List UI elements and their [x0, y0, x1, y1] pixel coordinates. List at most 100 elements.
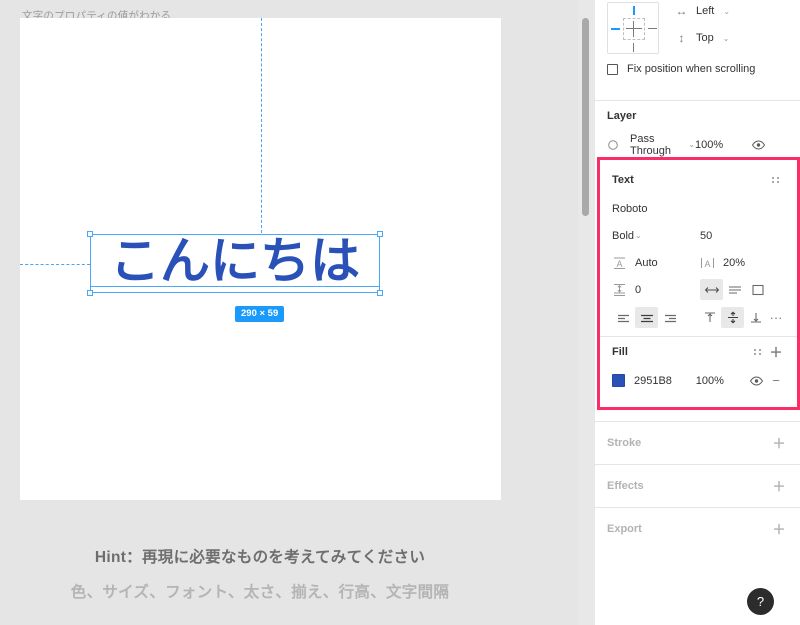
resize-handle-bottom-right[interactable] — [377, 290, 383, 296]
horizontal-constraint-value: Left — [696, 5, 715, 17]
style-grid-icon — [771, 175, 781, 185]
align-top-button[interactable] — [698, 307, 721, 328]
resize-handle-top-left[interactable] — [87, 231, 93, 237]
text-section[interactable]: Text Roboto Bold ⌄ 50 A Auto A 20% 0 ··· — [600, 160, 797, 336]
dimension-badge: 290 × 59 — [235, 306, 285, 322]
svg-text:A: A — [616, 259, 622, 269]
fill-opacity-value: 100% — [695, 374, 724, 387]
chevron-down-icon: ⌄ — [688, 140, 695, 149]
remove-fill-button[interactable]: − — [767, 374, 785, 387]
vertical-arrows-icon: ↕ — [678, 31, 685, 45]
constraint-pin-top[interactable] — [633, 6, 635, 15]
align-bottom-button[interactable] — [744, 307, 767, 328]
add-effect-button[interactable]: ＋ — [770, 480, 788, 493]
fix-position-checkbox[interactable] — [607, 63, 618, 75]
horizontal-arrows-icon: ↔ — [675, 4, 688, 18]
font-size-value: 50 — [700, 229, 713, 242]
align-middle-button[interactable] — [721, 307, 744, 328]
vertical-constraint-value: Top — [696, 32, 714, 44]
add-stroke-button[interactable]: ＋ — [770, 437, 788, 450]
resize-handle-top-right[interactable] — [377, 231, 383, 237]
line-height-letter-spacing-row[interactable]: A Auto A 20% — [612, 249, 785, 276]
constraint-pin-bottom[interactable] — [633, 43, 634, 52]
letter-spacing-icon: A — [700, 256, 716, 270]
highlighted-properties-group: Text Roboto Bold ⌄ 50 A Auto A 20% 0 ···… — [597, 157, 800, 410]
fill-visibility-toggle[interactable] — [749, 374, 767, 388]
line-height-value: Auto — [635, 256, 658, 269]
minus-icon: − — [772, 373, 780, 388]
line-height-input[interactable]: A Auto — [612, 256, 700, 270]
paragraph-spacing-icon — [612, 283, 628, 297]
paragraph-spacing-resize-row[interactable]: 0 — [612, 276, 785, 303]
export-section-title: Export — [607, 523, 642, 535]
constraint-pin-right[interactable] — [648, 28, 657, 29]
align-left-button[interactable] — [612, 307, 635, 328]
fix-position-row[interactable]: Fix position when scrolling — [607, 63, 755, 75]
eye-icon — [749, 374, 767, 388]
layer-visibility-toggle[interactable] — [751, 138, 769, 152]
properties-panel[interactable]: ↔ Left ⌄ ↕ Top ⌄ Fix position when scrol… — [595, 0, 800, 625]
align-right-button[interactable] — [658, 307, 681, 328]
text-more-options-button[interactable]: ··· — [767, 311, 785, 324]
text-section-header: Text — [612, 165, 785, 195]
letter-spacing-input[interactable]: A 20% — [700, 256, 745, 270]
vertical-constraint-dropdown[interactable]: ↕ Top ⌄ — [675, 27, 730, 49]
add-export-button[interactable]: ＋ — [770, 523, 788, 536]
ellipsis-icon: ··· — [769, 310, 783, 325]
fill-color-input[interactable]: 2951B8 — [612, 374, 696, 387]
text-baseline-indicator — [90, 286, 380, 287]
fill-styles-button[interactable] — [749, 346, 767, 359]
layer-opacity-input[interactable]: 100% — [695, 139, 751, 151]
align-center-button[interactable] — [635, 307, 658, 328]
text-styles-button[interactable] — [767, 174, 785, 187]
add-fill-button[interactable]: ＋ — [767, 346, 785, 359]
vertical-align-group[interactable] — [698, 307, 767, 328]
constraints-crosshair-horizontal — [626, 28, 642, 29]
effects-section[interactable]: Effects ＋ — [595, 465, 800, 507]
stroke-section[interactable]: Stroke ＋ — [595, 422, 800, 464]
fill-row[interactable]: 2951B8 100% − — [612, 367, 785, 394]
help-button[interactable]: ? — [747, 588, 774, 615]
fill-opacity-input[interactable]: 100% — [696, 375, 749, 387]
layer-opacity-value: 100% — [695, 138, 724, 151]
fill-hex-value: 2951B8 — [634, 374, 672, 387]
blend-mode-dropdown[interactable]: Pass Through ⌄ — [607, 133, 695, 157]
font-size-input[interactable]: 50 — [700, 230, 712, 242]
constraint-pin-left[interactable] — [611, 28, 620, 30]
stroke-section-header[interactable]: Stroke ＋ — [607, 422, 788, 464]
export-section-header[interactable]: Export ＋ — [607, 508, 788, 550]
resize-toggle-group[interactable] — [700, 279, 769, 300]
export-section[interactable]: Export ＋ — [595, 508, 800, 550]
font-weight-dropdown[interactable]: Bold ⌄ — [612, 230, 700, 242]
horizontal-constraint-dropdown[interactable]: ↔ Left ⌄ — [675, 0, 731, 22]
paragraph-spacing-input[interactable]: 0 — [612, 283, 700, 297]
eye-icon — [751, 138, 769, 152]
letter-spacing-value: 20% — [723, 256, 746, 269]
constraints-widget[interactable] — [607, 2, 659, 54]
font-family-row[interactable]: Roboto — [612, 195, 785, 222]
alignment-row[interactable]: ··· — [612, 303, 785, 332]
layer-blend-row[interactable]: Pass Through ⌄ 100% — [607, 131, 788, 158]
constraints-section[interactable]: ↔ Left ⌄ ↕ Top ⌄ Fix position when scrol… — [595, 0, 800, 100]
panel-scrollbar-thumb[interactable] — [582, 18, 589, 216]
auto-width-button[interactable] — [700, 279, 723, 300]
effects-section-header[interactable]: Effects ＋ — [607, 465, 788, 507]
stroke-section-title: Stroke — [607, 437, 642, 449]
fixed-size-button[interactable] — [746, 279, 769, 300]
hint-line-secondary: 色、サイズ、フォント、太さ、揃え、行高、文字間隔 — [70, 584, 450, 601]
font-weight-size-row[interactable]: Bold ⌄ 50 — [612, 222, 785, 249]
chevron-down-icon: ⌄ — [722, 33, 730, 43]
auto-height-button[interactable] — [723, 279, 746, 300]
horizontal-align-group[interactable] — [612, 307, 698, 328]
selection-bounding-box[interactable] — [90, 234, 380, 293]
fill-color-swatch[interactable] — [612, 374, 625, 387]
style-grid-icon — [753, 347, 763, 357]
resize-handle-bottom-left[interactable] — [87, 290, 93, 296]
canvas-area[interactable]: 文字のプロパティの値がわかる こんにちは 290 × 59 Hint：再現に必要… — [0, 0, 595, 625]
layer-section-header: Layer — [607, 101, 788, 131]
constraints-crosshair-vertical — [633, 21, 634, 37]
layer-section-title: Layer — [607, 110, 637, 122]
fix-position-label: Fix position when scrolling — [627, 63, 756, 75]
hint-line-primary: Hint：再現に必要なものを考えてみてください — [94, 549, 426, 566]
fill-section[interactable]: Fill ＋ 2951B8 100% − — [600, 337, 797, 394]
